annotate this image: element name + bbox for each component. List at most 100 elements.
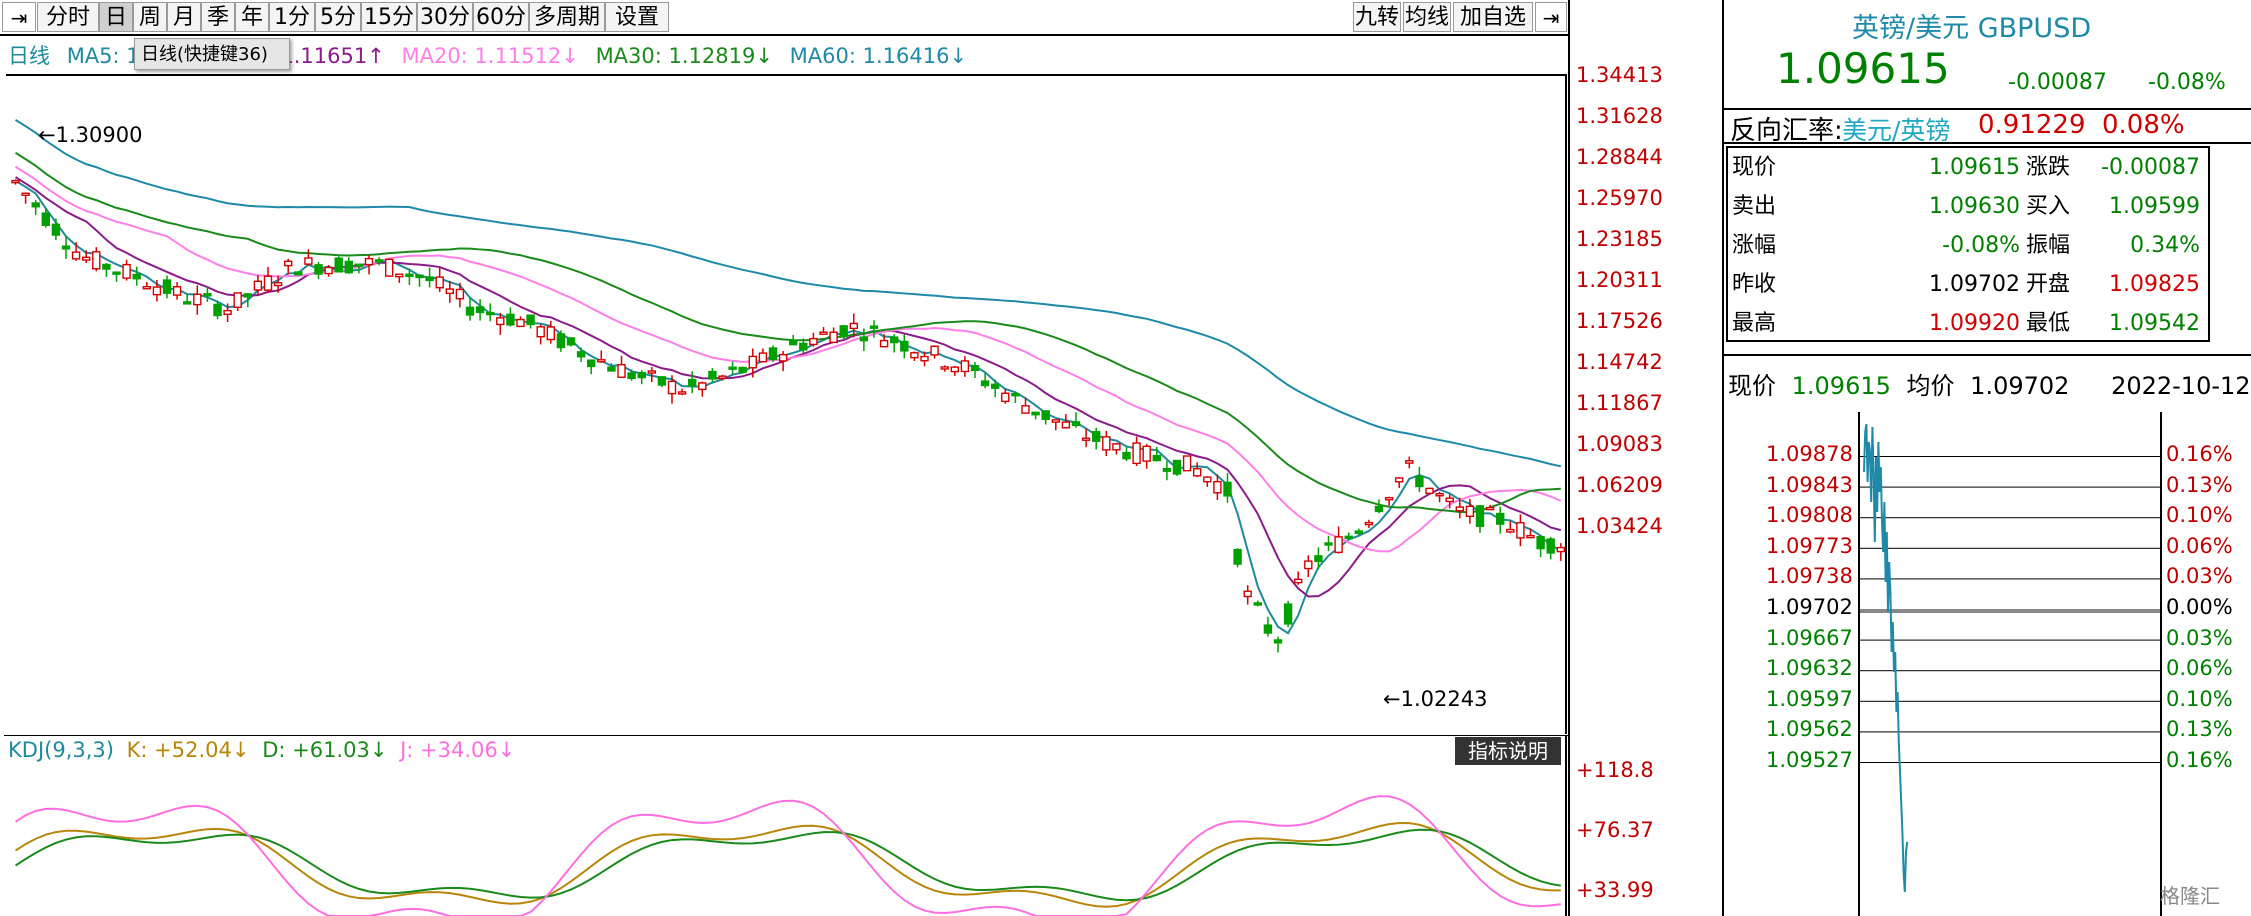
candle-body[interactable] <box>435 276 444 289</box>
tab-9[interactable]: 30分 <box>417 2 473 32</box>
tab-0[interactable]: 分时 <box>37 2 99 32</box>
tab-10[interactable]: 60分 <box>473 2 529 32</box>
candle-body[interactable] <box>556 333 566 349</box>
candle-body[interactable] <box>132 273 141 280</box>
candle-body[interactable] <box>1293 578 1303 584</box>
candle-body[interactable] <box>1485 506 1495 511</box>
candle-body[interactable] <box>516 318 525 328</box>
candle-body[interactable] <box>657 376 667 386</box>
tab-7[interactable]: 5分 <box>315 2 361 32</box>
candle-body[interactable] <box>869 325 879 329</box>
candle-body[interactable] <box>1364 521 1374 526</box>
tab-12[interactable]: 设置 <box>605 2 669 32</box>
candle-body[interactable] <box>1172 459 1182 475</box>
candle-body[interactable] <box>122 263 131 279</box>
candle-body[interactable] <box>81 256 91 261</box>
candle-body[interactable] <box>142 286 152 290</box>
candle-body[interactable] <box>1556 546 1566 553</box>
candle-body[interactable] <box>1081 437 1091 441</box>
candle-body[interactable] <box>304 257 313 265</box>
candle-body[interactable] <box>1324 542 1333 546</box>
candle-body[interactable] <box>1061 421 1071 429</box>
candle-body[interactable] <box>900 340 909 352</box>
candle-body[interactable] <box>314 264 323 275</box>
candle-body[interactable] <box>526 314 535 326</box>
kdj-chart[interactable] <box>0 736 1570 916</box>
candle-body[interactable] <box>1021 405 1030 414</box>
candle-body[interactable] <box>677 391 687 395</box>
candle-body[interactable] <box>1314 555 1323 563</box>
collapse-left-button[interactable]: ⇥ <box>2 2 36 32</box>
tab-1[interactable]: 日 <box>99 2 133 32</box>
candle-body[interactable] <box>1223 481 1232 497</box>
candle-body[interactable] <box>637 371 646 379</box>
candle-body[interactable] <box>597 359 606 363</box>
candle-body[interactable] <box>748 355 757 369</box>
candle-body[interactable] <box>354 263 364 267</box>
candle-body[interactable] <box>1142 445 1151 462</box>
candle-body[interactable] <box>1546 538 1555 554</box>
candle-body[interactable] <box>809 337 818 346</box>
candle-body[interactable] <box>829 331 838 344</box>
candle-body[interactable] <box>395 273 404 278</box>
candle-body[interactable] <box>819 331 828 335</box>
candle-body[interactable] <box>102 263 111 270</box>
candle-body[interactable] <box>162 279 172 294</box>
candle-body[interactable] <box>112 271 121 275</box>
candle-body[interactable] <box>203 293 212 297</box>
candle-body[interactable] <box>334 257 343 273</box>
candle-body[interactable] <box>51 223 61 236</box>
tab-3[interactable]: 月 <box>167 2 201 32</box>
candle-body[interactable] <box>708 370 717 380</box>
candle-body[interactable] <box>950 366 959 373</box>
candle-body[interactable] <box>21 192 30 196</box>
candle-body[interactable] <box>1475 505 1485 527</box>
candle-body[interactable] <box>536 326 545 338</box>
candle-body[interactable] <box>1304 560 1313 570</box>
candle-body[interactable] <box>1213 480 1222 494</box>
candle-body[interactable] <box>1405 460 1414 464</box>
tab-6[interactable]: 1分 <box>269 2 315 32</box>
candle-body[interactable] <box>1031 411 1040 416</box>
candle-body[interactable] <box>1516 522 1525 539</box>
tab-8[interactable]: 15分 <box>361 2 417 32</box>
candle-body[interactable] <box>71 251 81 260</box>
candle-body[interactable] <box>475 306 485 314</box>
candle-body[interactable] <box>1132 442 1141 465</box>
candle-body[interactable] <box>839 325 848 338</box>
candle-body[interactable] <box>718 375 727 379</box>
candle-body[interactable] <box>1041 410 1050 421</box>
candle-body[interactable] <box>405 273 414 277</box>
candle-body[interactable] <box>1425 487 1434 495</box>
candle-body[interactable] <box>607 366 616 372</box>
tab-5[interactable]: 年 <box>235 2 269 32</box>
candle-body[interactable] <box>879 339 889 348</box>
candle-body[interactable] <box>1091 431 1101 442</box>
candle-body[interactable] <box>566 337 576 346</box>
candle-body[interactable] <box>445 288 454 295</box>
candle-body[interactable] <box>1253 602 1263 606</box>
candle-body[interactable] <box>647 370 656 374</box>
candle-body[interactable] <box>415 274 424 279</box>
candle-body[interactable] <box>263 275 273 291</box>
candle-body[interactable] <box>546 326 555 341</box>
candle-body[interactable] <box>980 380 990 387</box>
candle-body[interactable] <box>253 280 263 291</box>
candle-body[interactable] <box>698 382 707 391</box>
candle-body[interactable] <box>1455 506 1465 512</box>
candle-body[interactable] <box>1162 467 1172 472</box>
candle-body[interactable] <box>1354 530 1364 535</box>
candle-body[interactable] <box>486 311 495 316</box>
add-watchlist-button[interactable]: 加自选 <box>1453 2 1533 32</box>
candle-body[interactable] <box>374 259 384 263</box>
candle-body[interactable] <box>294 271 303 276</box>
candle-body[interactable] <box>587 359 596 368</box>
candle-body[interactable] <box>1334 536 1343 554</box>
candle-body[interactable] <box>496 317 505 326</box>
candle-body[interactable] <box>182 301 192 305</box>
candle-body[interactable] <box>576 351 586 358</box>
candle-body[interactable] <box>1051 419 1061 423</box>
candle-body[interactable] <box>910 352 919 359</box>
candle-body[interactable] <box>233 292 242 308</box>
candlestick-chart[interactable]: ←1.30900 ←1.02243 <box>0 36 1570 736</box>
